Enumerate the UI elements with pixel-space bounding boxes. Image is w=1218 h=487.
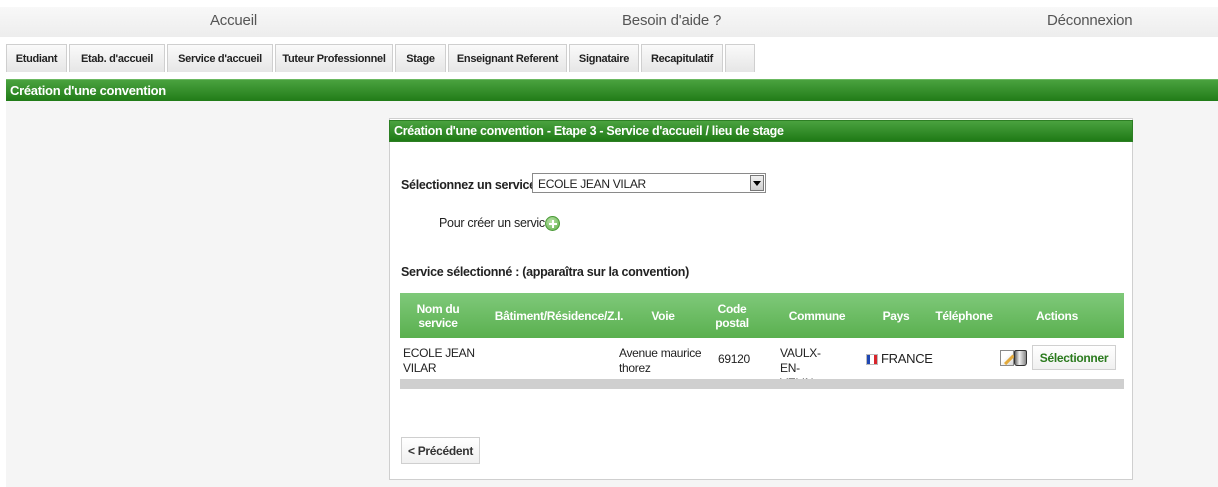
page-title-bar: Création d'une convention [6,79,1218,102]
col-header-phone: Téléphone [935,309,993,323]
create-service-label: Pour créer un service : [439,216,558,230]
page-title: Création d'une convention [10,83,166,98]
cell-postal: 69120 [718,352,750,366]
table-footer [400,379,1124,389]
tab-etab-accueil[interactable]: Etab. d'accueil [69,44,165,72]
selected-service-table: Nom du service Bâtiment/Résidence/Z.I. V… [400,293,1124,395]
trash-icon[interactable] [1014,350,1027,366]
cell-country: FRANCE [881,351,933,366]
tab-empty[interactable] [725,44,755,72]
france-flag-icon [866,354,878,365]
col-header-country: Pays [882,309,910,323]
table-row: ECOLE JEAN VILAR Avenue maurice thorez 6… [400,338,1124,390]
tab-recapitulatif[interactable]: Recapitulatif [641,44,723,72]
col-header-street: Voie [651,309,675,323]
col-header-city: Commune [788,309,846,323]
step-panel-title: Création d'une convention - Etape 3 - Se… [394,124,784,138]
help-link[interactable]: Besoin d'aide ? [622,12,721,29]
cell-name: ECOLE JEAN VILAR [403,346,475,375]
previous-button[interactable]: < Précédent [401,437,480,464]
top-navigation-bar [0,7,1218,37]
select-service-button[interactable]: Sélectionner [1032,345,1116,370]
tab-service-accueil[interactable]: Service d'accueil [167,44,273,72]
service-select-value: ECOLE JEAN VILAR [538,177,646,191]
edit-icon[interactable] [1000,350,1014,366]
tab-enseignant-referent[interactable]: Enseignant Referent [448,44,567,72]
cell-street: Avenue maurice thorez [619,346,702,375]
home-link[interactable]: Accueil [210,12,257,29]
table-header: Nom du service Bâtiment/Résidence/Z.I. V… [400,293,1124,338]
add-service-icon[interactable] [545,216,560,231]
col-header-postal: Code postal [715,302,749,330]
col-header-actions: Actions [1036,309,1078,323]
tab-signataire[interactable]: Signataire [569,44,639,72]
tab-tuteur-professionnel[interactable]: Tuteur Professionnel [275,44,393,72]
service-select[interactable]: ECOLE JEAN VILAR [532,173,766,193]
service-select-label: Sélectionnez un service : [401,178,543,192]
chevron-down-icon[interactable] [750,175,764,191]
tab-etudiant[interactable]: Etudiant [6,44,67,72]
step-panel-header: Création d'une convention - Etape 3 - Se… [389,120,1133,142]
tab-stage[interactable]: Stage [395,44,446,72]
selected-service-label: Service sélectionné : (apparaîtra sur la… [401,265,689,279]
col-header-building: Bâtiment/Résidence/Z.I. [494,309,624,323]
col-header-name: Nom du service [416,302,460,330]
logout-link[interactable]: Déconnexion [1047,12,1133,29]
